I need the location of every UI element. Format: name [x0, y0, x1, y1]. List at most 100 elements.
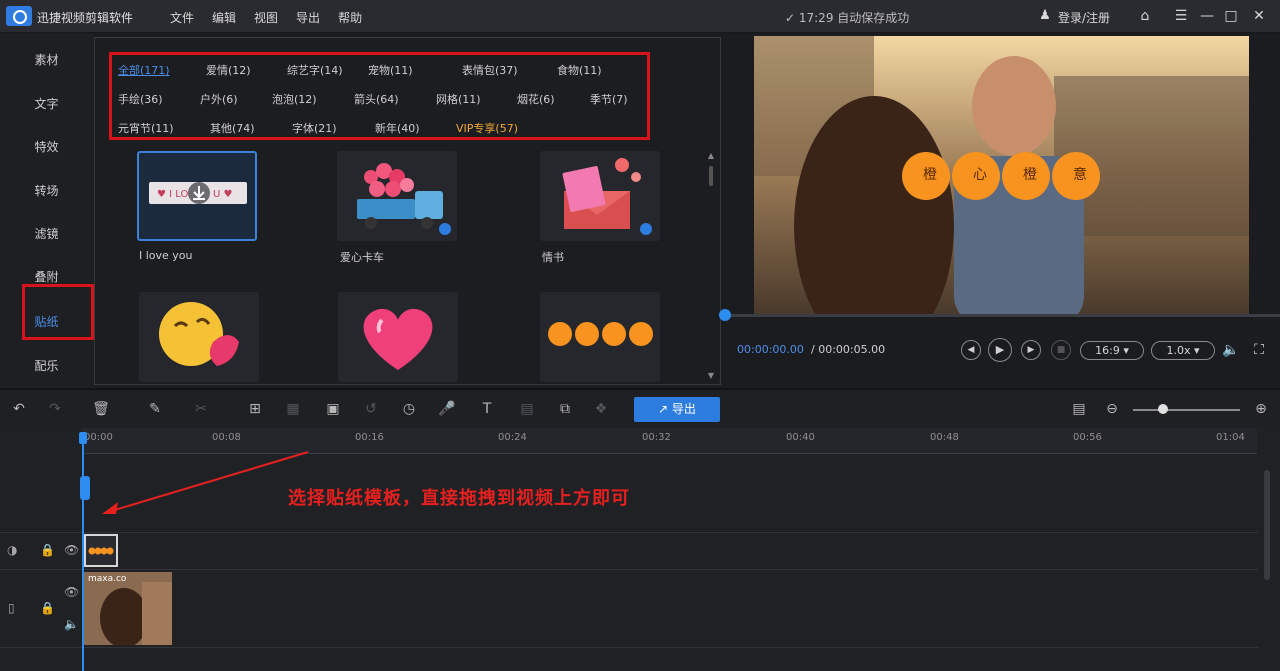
nav-item-music[interactable]: 配乐 — [0, 357, 93, 374]
category-fireworks[interactable]: 烟花(6) — [517, 91, 555, 107]
zoom-out-icon[interactable]: ⊖ — [1103, 400, 1121, 418]
record-mic-icon[interactable]: 🎤 — [438, 400, 456, 418]
scroll-thumb[interactable] — [709, 166, 713, 186]
ruler-tick: 00:48 — [930, 432, 959, 443]
category-other[interactable]: 其他(74) — [210, 120, 255, 136]
category-seasons[interactable]: 季节(7) — [590, 91, 628, 107]
user-icon[interactable]: ♟ — [1036, 7, 1054, 25]
timeline-sticker-clip[interactable] — [84, 534, 118, 567]
category-emoji[interactable]: 表情包(37) — [462, 62, 518, 78]
category-hand-drawn[interactable]: 手绘(36) — [118, 91, 163, 107]
layers-icon[interactable]: ⧉ — [556, 400, 574, 418]
sticker-panel-scrollbar[interactable]: ▲ ▼ — [707, 152, 715, 380]
clip-watermark: maxa.co — [88, 574, 127, 584]
nav-item-transition[interactable]: 转场 — [0, 182, 93, 199]
volume-icon[interactable]: 🔈 — [1222, 341, 1240, 359]
maximize-icon[interactable]: □ — [1222, 7, 1240, 25]
menu-export[interactable]: 导出 — [296, 9, 320, 26]
sticker-kiss-emoji[interactable] — [139, 292, 259, 382]
next-frame-icon[interactable]: ▶ — [1021, 340, 1041, 360]
redo-icon[interactable]: ↷ — [46, 400, 64, 418]
nav-item-filter[interactable]: 滤镜 — [0, 225, 93, 242]
track-visibility-icon[interactable]: 👁 — [64, 585, 79, 599]
sticker-i-love-you[interactable]: ♥ I LO U ♥ — [137, 151, 257, 241]
orange-row-icon — [548, 322, 653, 346]
seek-knob[interactable] — [719, 309, 731, 321]
track-lock-icon[interactable]: 🔒 — [40, 543, 55, 557]
ruler-icon[interactable]: ▤ — [1070, 400, 1088, 418]
category-bubbles[interactable]: 泡泡(12) — [272, 91, 317, 107]
category-new-year[interactable]: 新年(40) — [375, 120, 420, 136]
category-food[interactable]: 食物(11) — [557, 62, 602, 78]
nav-item-material[interactable]: 素材 — [0, 51, 93, 68]
close-icon[interactable]: ✕ — [1250, 7, 1268, 25]
play-icon[interactable]: ▶ — [988, 338, 1012, 362]
nav-item-effects[interactable]: 特效 — [0, 138, 93, 155]
track-divider — [0, 569, 1258, 570]
rotate-icon[interactable]: ↺ — [362, 400, 380, 418]
category-lantern-festival[interactable]: 元宵节(11) — [118, 120, 174, 136]
export-button[interactable]: ↗ 导出 — [634, 397, 720, 422]
undo-icon[interactable]: ↶ — [10, 400, 28, 418]
zoom-slider[interactable] — [1133, 409, 1240, 411]
scroll-down-icon[interactable]: ▼ — [707, 372, 715, 380]
category-vip[interactable]: VIP专享(57) — [456, 120, 518, 136]
fullscreen-icon[interactable]: ⛶ — [1250, 341, 1268, 359]
previous-frame-icon[interactable]: ◀ — [961, 340, 981, 360]
menu-help[interactable]: 帮助 — [338, 9, 362, 26]
sticker-heart-truck[interactable] — [337, 151, 457, 241]
playhead-handle[interactable] — [80, 476, 90, 500]
playhead-line[interactable] — [82, 440, 84, 671]
category-all[interactable]: 全部(171) — [118, 62, 170, 78]
ruler-tick: 00:00 — [84, 432, 113, 443]
edit-icon[interactable]: ✎ — [146, 400, 164, 418]
track-audio-icon[interactable]: 🔈 — [64, 617, 79, 631]
aspect-ratio-select[interactable]: 16:9 ▾ — [1080, 341, 1144, 360]
login-link[interactable]: 登录/注册 — [1058, 9, 1110, 26]
scroll-up-icon[interactable]: ▲ — [707, 152, 715, 160]
nav-item-overlay[interactable]: 叠附 — [0, 268, 93, 285]
nav-item-text[interactable]: 文字 — [0, 95, 93, 112]
minimize-icon[interactable]: — — [1198, 7, 1216, 25]
category-arrows[interactable]: 箭头(64) — [354, 91, 399, 107]
sticker-tool-icon[interactable]: ❖ — [592, 400, 610, 418]
track-lock-icon[interactable]: 🔒 — [40, 601, 55, 615]
category-outdoor[interactable]: 户外(6) — [200, 91, 238, 107]
menu-edit[interactable]: 编辑 — [212, 9, 236, 26]
category-pets[interactable]: 宠物(11) — [368, 62, 413, 78]
timeline-scrollbar[interactable] — [1264, 470, 1270, 580]
home-icon[interactable]: ⌂ — [1136, 7, 1154, 25]
delete-icon[interactable]: 🗑 — [92, 400, 110, 418]
crop-icon[interactable]: ⊞ — [246, 400, 264, 418]
sticker-pink-heart[interactable] — [338, 292, 458, 382]
sticker-orange-row[interactable] — [540, 292, 660, 382]
app-logo-icon — [6, 6, 32, 26]
ruler-tick: 00:56 — [1073, 432, 1102, 443]
text-tool-icon[interactable]: T — [478, 400, 496, 418]
overlay-char: 心 — [973, 167, 987, 183]
category-fonts[interactable]: 字体(21) — [292, 120, 337, 136]
sticker-love-letter[interactable] — [540, 151, 660, 241]
split-icon[interactable]: ✂ — [192, 400, 210, 418]
title-bar: 迅捷视频剪辑软件 文件 编辑 视图 导出 帮助 ✓ 17:29 自动保存成功 ♟… — [0, 0, 1280, 33]
category-love[interactable]: 爱情(12) — [206, 62, 251, 78]
track-divider — [0, 532, 1258, 533]
menu-view[interactable]: 视图 — [254, 9, 278, 26]
speed-select[interactable]: 1.0x ▾ — [1151, 341, 1215, 360]
mosaic-icon[interactable]: ▦ — [284, 400, 302, 418]
zoom-slider-knob[interactable] — [1158, 404, 1168, 414]
category-grid[interactable]: 网格(11) — [436, 91, 481, 107]
zoom-in-icon[interactable]: ⊕ — [1252, 400, 1270, 418]
playhead-top[interactable] — [79, 432, 87, 444]
category-variety-text[interactable]: 综艺字(14) — [287, 62, 343, 78]
subtitle-icon[interactable]: ▤ — [518, 400, 536, 418]
stop-icon[interactable]: ■ — [1051, 340, 1071, 360]
seek-bar[interactable] — [724, 314, 1280, 317]
ruler-tick: 01:04 — [1216, 432, 1245, 443]
speed-icon[interactable]: ◷ — [400, 400, 418, 418]
track-visibility-icon[interactable]: 👁 — [64, 543, 79, 557]
menu-icon[interactable]: ☰ — [1172, 7, 1190, 25]
timeline-video-clip[interactable]: maxa.co — [84, 572, 172, 645]
menu-file[interactable]: 文件 — [170, 9, 194, 26]
freeze-frame-icon[interactable]: ▣ — [324, 400, 342, 418]
